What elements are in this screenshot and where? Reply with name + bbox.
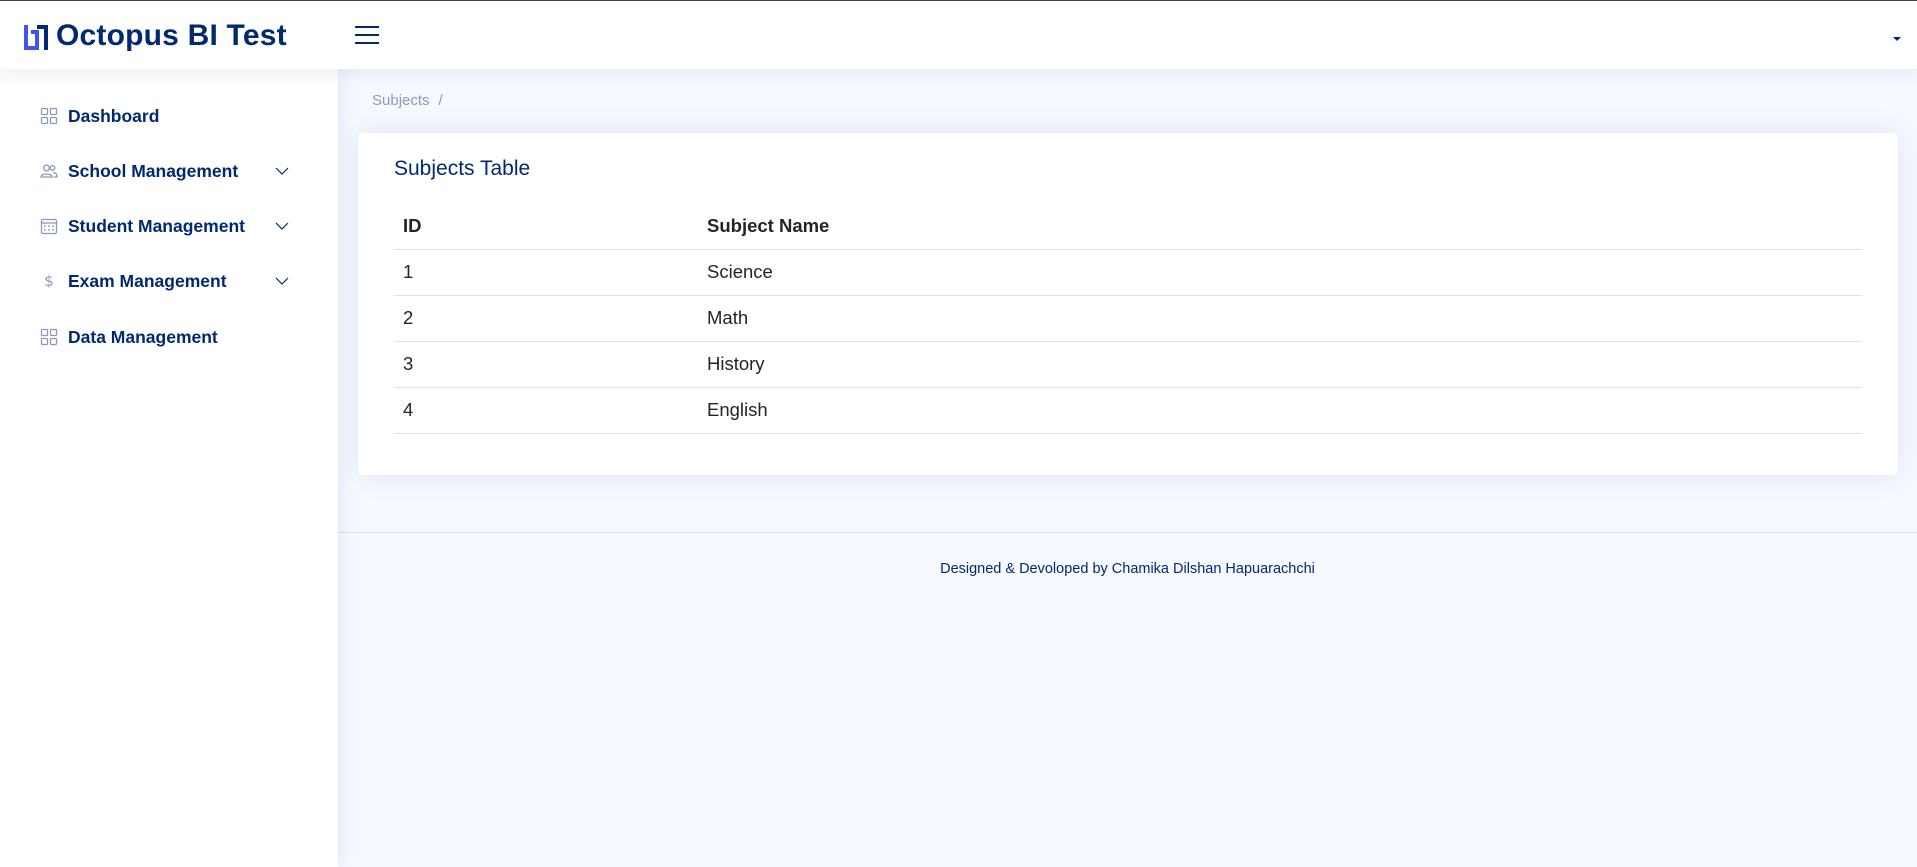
sidebar-item-student-management[interactable]: Student Management — [30, 206, 310, 246]
breadcrumb-separator: / — [438, 92, 443, 109]
cell-subject-name: Math — [698, 295, 1862, 342]
sidebar-item-exam-management[interactable]: $ Exam Management — [30, 261, 310, 301]
chevron-down-icon — [274, 163, 290, 179]
sidebar-item-label: Exam Management — [68, 270, 227, 291]
app-logo[interactable]: Octopus BI Test — [22, 19, 287, 53]
chevron-down-icon — [274, 273, 290, 289]
sidebar-item-dashboard[interactable]: Dashboard — [30, 96, 310, 136]
sidebar: Dashboard School Management Student Mana… — [0, 69, 338, 867]
subjects-card: Subjects Table ID Subject Name 1 Science… — [358, 133, 1898, 475]
footer-divider — [338, 532, 1917, 533]
sidebar-item-label: Data Management — [68, 326, 218, 347]
table-row: 4 English — [394, 387, 1862, 434]
cell-id: 3 — [394, 341, 698, 388]
main-content: Subjects / Subjects Table ID Subject Nam… — [338, 69, 1917, 867]
table-header-row: ID Subject Name — [394, 203, 1862, 250]
column-header-subject-name: Subject Name — [698, 203, 1862, 250]
chevron-down-icon — [274, 218, 290, 234]
svg-text:$: $ — [44, 272, 54, 290]
sidebar-item-label: Dashboard — [68, 105, 160, 126]
table-row: 2 Math — [394, 295, 1862, 342]
people-icon — [39, 161, 59, 181]
cell-subject-name: Science — [698, 249, 1862, 296]
table-row: 3 History — [394, 341, 1862, 388]
caret-down-icon[interactable] — [1892, 30, 1902, 41]
breadcrumb-item-subjects[interactable]: Subjects — [372, 92, 430, 109]
cell-id: 1 — [394, 249, 698, 296]
grid-icon — [39, 106, 59, 126]
app-title: Octopus BI Test — [56, 19, 287, 52]
grid-icon — [39, 327, 59, 347]
logo-icon — [24, 25, 48, 50]
subjects-table: ID Subject Name 1 Science 2 Math 3 Histo… — [394, 203, 1862, 434]
cell-id: 4 — [394, 387, 698, 434]
sidebar-item-school-management[interactable]: School Management — [30, 151, 310, 191]
cell-subject-name: History — [698, 341, 1862, 388]
cell-id: 2 — [394, 295, 698, 342]
column-header-id: ID — [394, 203, 698, 250]
table-row: 1 Science — [394, 249, 1862, 296]
card-title: Subjects Table — [394, 157, 531, 180]
dollar-icon: $ — [39, 271, 59, 291]
breadcrumb: Subjects / — [372, 92, 443, 109]
calendar-icon — [39, 216, 59, 236]
sidebar-item-label: Student Management — [68, 215, 245, 236]
hamburger-menu-icon[interactable] — [354, 22, 380, 48]
footer-credits: Designed & Devoloped by Chamika Dilshan … — [940, 561, 1315, 577]
cell-subject-name: English — [698, 387, 1862, 434]
sidebar-item-label: School Management — [68, 160, 239, 181]
sidebar-item-data-management[interactable]: Data Management — [30, 317, 310, 357]
top-header: Octopus BI Test — [0, 1, 1917, 69]
